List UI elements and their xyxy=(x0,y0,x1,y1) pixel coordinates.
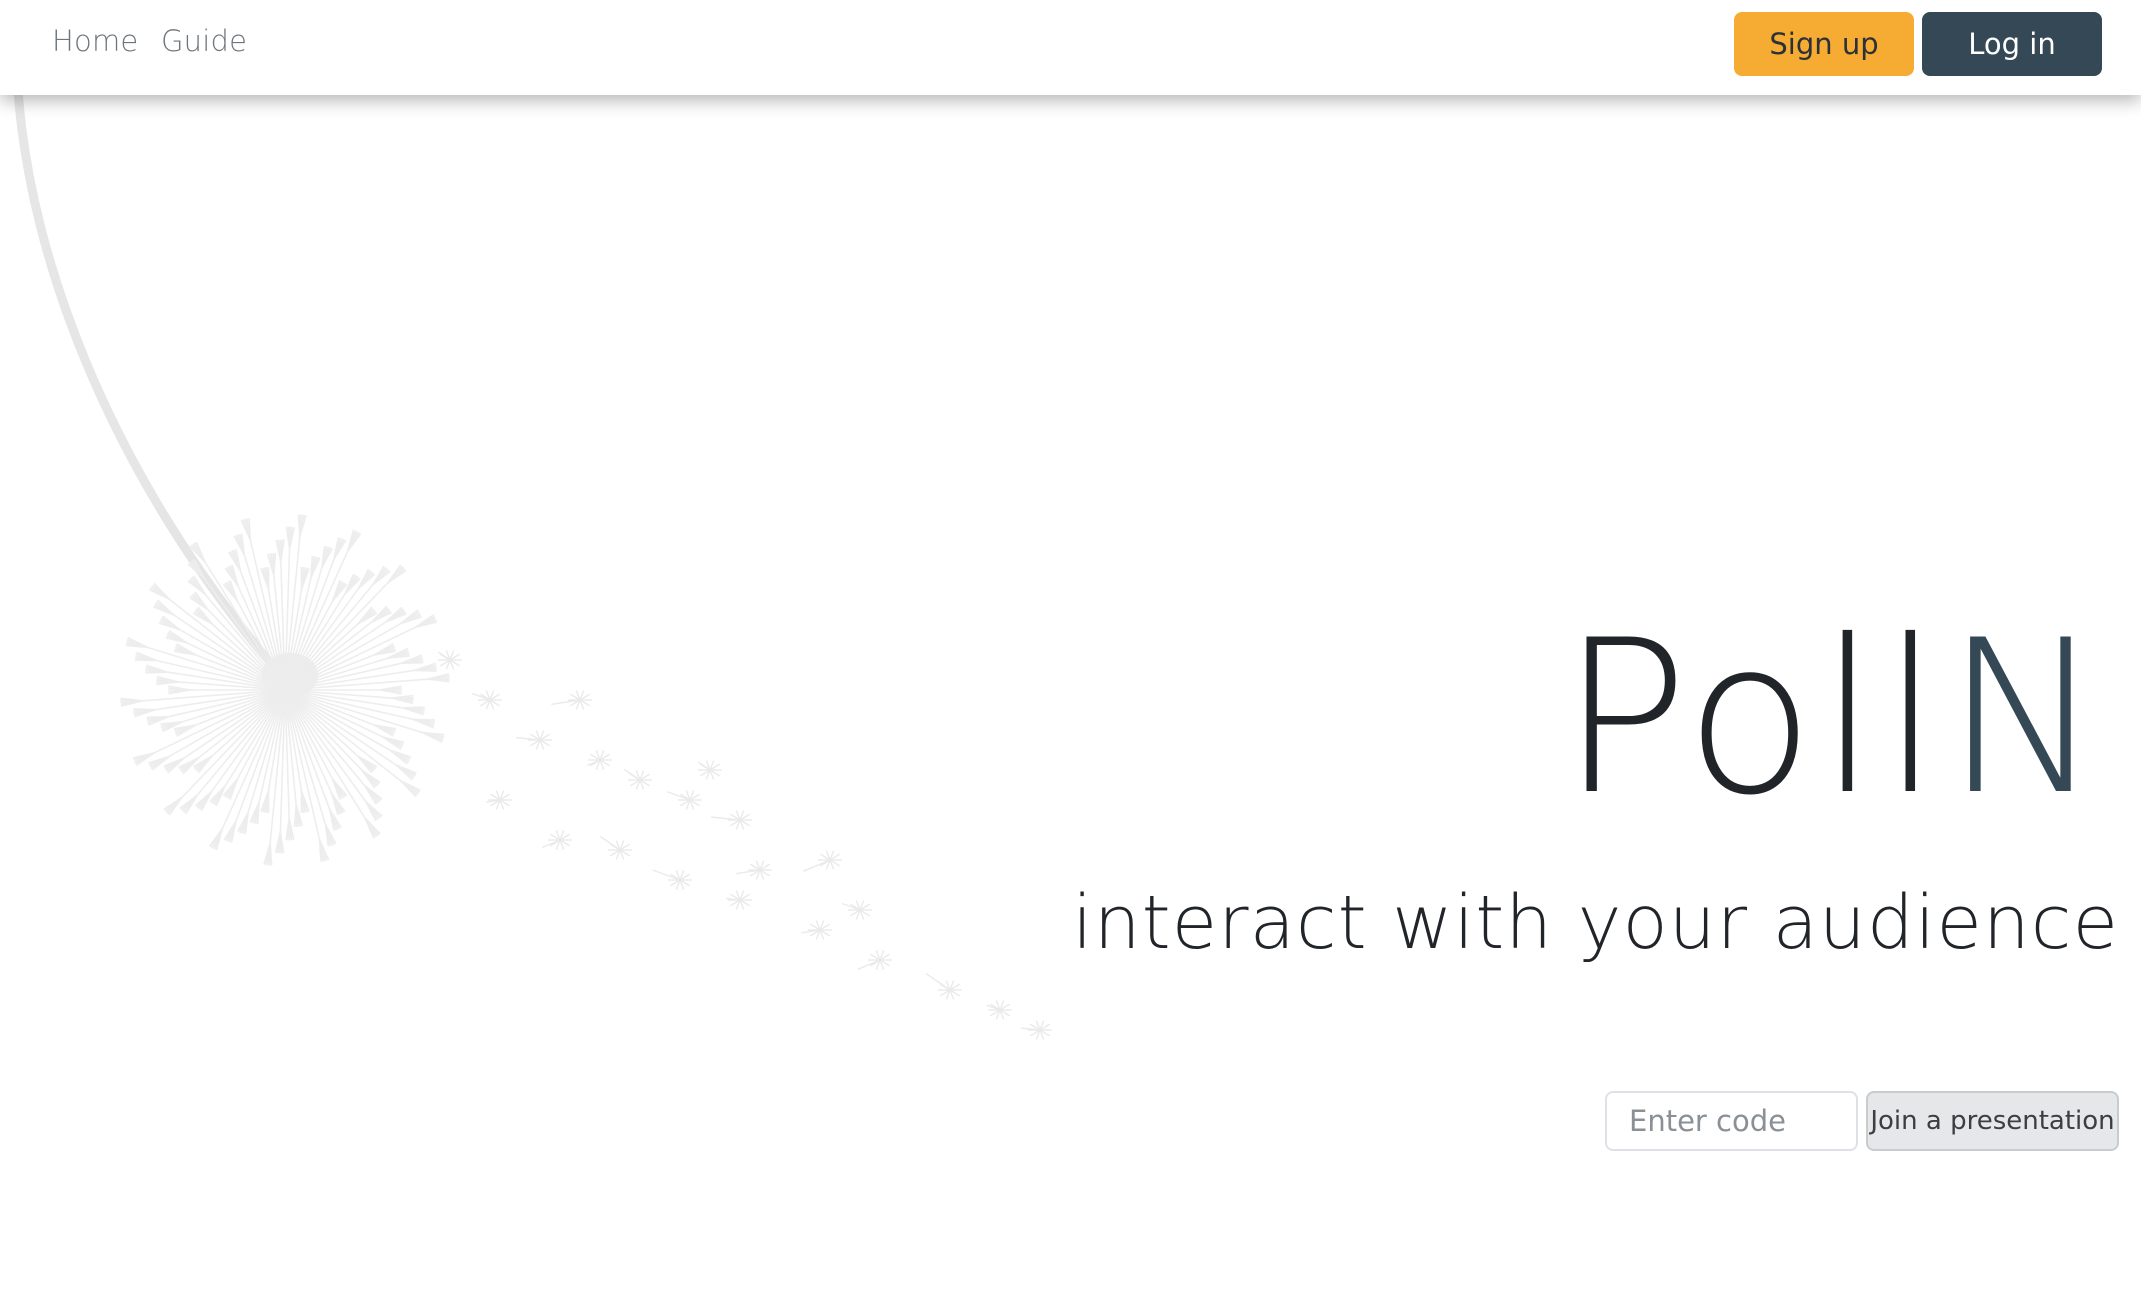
top-navbar: Home Guide Sign up Log in xyxy=(0,0,2141,95)
brand-logo-text: PollN xyxy=(1561,612,2107,824)
brand-text-n: N xyxy=(1944,594,2107,841)
nav-guide-link[interactable]: Guide xyxy=(161,24,247,58)
nav-home-link[interactable]: Home xyxy=(52,24,138,58)
join-presentation-button[interactable]: Join a presentation xyxy=(1866,1091,2119,1151)
hero-tagline: interact with your audience xyxy=(1072,880,2119,966)
login-button[interactable]: Log in xyxy=(1922,12,2102,76)
presentation-code-input[interactable] xyxy=(1605,1091,1858,1151)
signup-button[interactable]: Sign up xyxy=(1734,12,1914,76)
brand-text-poll: Poll xyxy=(1560,594,1945,841)
